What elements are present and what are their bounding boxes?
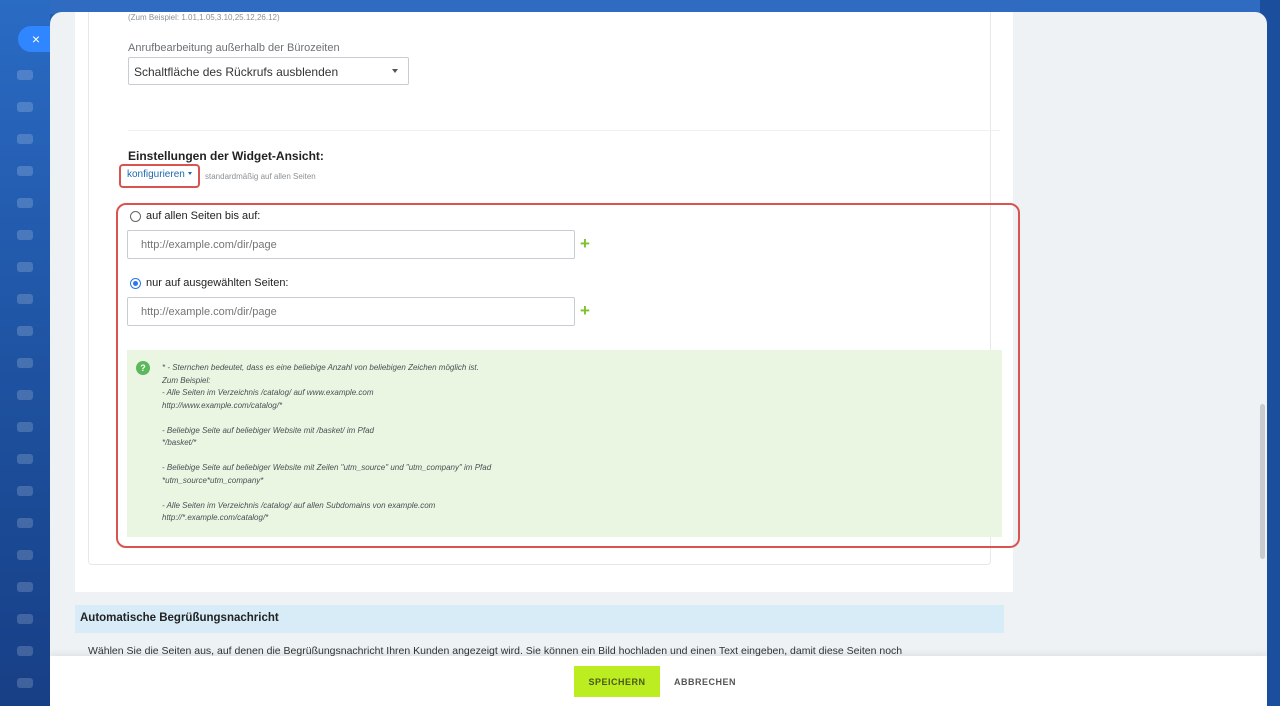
sidebar-icon [17, 230, 33, 240]
chevron-down-icon [187, 172, 192, 175]
chevron-down-icon [392, 69, 398, 73]
add-include-url-icon[interactable]: + [580, 302, 590, 319]
radio-button[interactable] [130, 210, 141, 222]
divider [128, 130, 1000, 131]
cancel-button[interactable]: ABBRECHEN [666, 666, 744, 697]
after-hours-select[interactable]: Schaltfläche des Rückrufs ausblenden [128, 57, 409, 85]
sidebar-icon [17, 518, 33, 528]
wildcard-help-text: * - Sternchen bedeutet, dass es eine bel… [162, 363, 492, 522]
sidebar-icon [17, 422, 33, 432]
radio-all-except-label: auf allen Seiten bis auf: [146, 210, 261, 222]
footer-bar: SPEICHERN ABBRECHEN [50, 656, 1267, 706]
sidebar-icon [17, 454, 33, 464]
sidebar-icon [17, 390, 33, 400]
radio-all-except[interactable]: auf allen Seiten bis auf: [130, 210, 260, 222]
radio-selected-only[interactable]: nur auf ausgewählten Seiten: [130, 277, 289, 289]
widget-view-title: Einstellungen der Widget-Ansicht: [128, 149, 324, 163]
add-exclude-url-icon[interactable]: + [580, 235, 590, 252]
radio-selected-only-label: nur auf ausgewählten Seiten: [146, 277, 289, 289]
exclude-url-input[interactable] [127, 230, 575, 259]
include-url-input[interactable] [127, 297, 575, 326]
close-icon: × [31, 31, 41, 47]
radio-button-checked[interactable] [130, 277, 141, 289]
sidebar-icon [17, 614, 33, 624]
greeting-section-header: Automatische Begrüßungsnachricht [75, 605, 1004, 633]
sidebar-icon [17, 134, 33, 144]
after-hours-label: Anrufbearbeitung außerhalb der Bürozeite… [128, 42, 340, 54]
sidebar-icon [17, 166, 33, 176]
settings-slider-panel: (Zum Beispiel: 1.01,1.05,3.10,25.12,26.1… [50, 12, 1267, 706]
sidebar-icon [17, 326, 33, 336]
sidebar-icon [17, 582, 33, 592]
configure-link-label: konfigurieren [127, 169, 185, 180]
scrollbar[interactable] [1260, 404, 1265, 559]
close-slider-button[interactable]: × [18, 26, 52, 52]
default-pages-note: standardmäßig auf allen Seiten [205, 172, 316, 181]
date-format-hint: (Zum Beispiel: 1.01,1.05,3.10,25.12,26.1… [128, 13, 280, 22]
settings-content: (Zum Beispiel: 1.01,1.05,3.10,25.12,26.1… [75, 12, 1020, 592]
sidebar-icon [17, 102, 33, 112]
background-sidebar [0, 0, 50, 706]
sidebar-icon [17, 198, 33, 208]
sidebar-icon [17, 294, 33, 304]
after-hours-select-value: Schaltfläche des Rückrufs ausblenden [134, 65, 339, 79]
sidebar-icon [17, 358, 33, 368]
sidebar-icon [17, 70, 33, 80]
configure-link[interactable]: konfigurieren [119, 164, 200, 188]
sidebar-icon [17, 486, 33, 496]
save-button[interactable]: SPEICHERN [574, 666, 660, 697]
sidebar-icon [17, 646, 33, 656]
sidebar-icon [17, 262, 33, 272]
question-icon: ? [136, 361, 150, 375]
sidebar-icon [17, 678, 33, 688]
wildcard-help-box: ? * - Sternchen bedeutet, dass es eine b… [127, 350, 1002, 537]
sidebar-icon [17, 550, 33, 560]
